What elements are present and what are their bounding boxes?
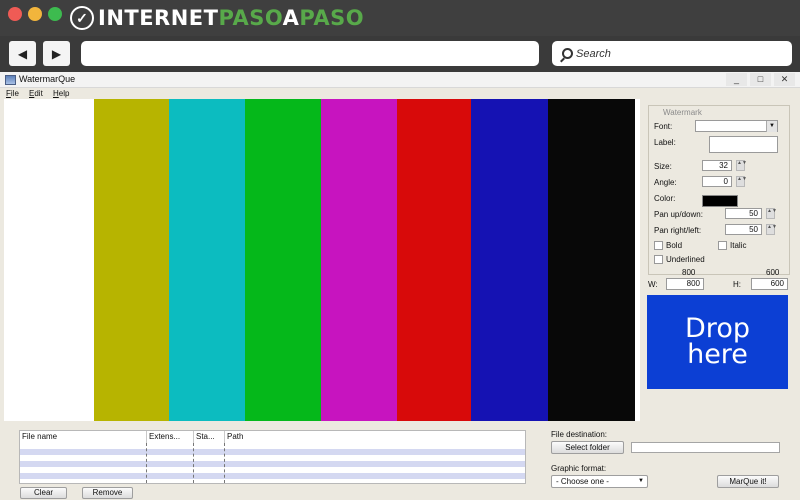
menu-edit[interactable]: Edit [29,89,43,98]
image-preview[interactable] [4,99,640,421]
brand-text-4: PASO [299,6,365,30]
select-folder-button[interactable]: Select folder [551,441,624,454]
size-input[interactable]: 32 [702,160,732,171]
pan-up-down-label: Pan up/down: [654,210,703,219]
angle-label: Angle: [654,178,677,187]
pan-right-left-label: Pan right/left: [654,226,702,235]
color-bar [4,99,94,421]
label-label: Label: [654,138,676,147]
brand-mark-icon: ✓ [70,6,94,30]
brand-text-2: PASO [218,6,283,30]
italic-label: Italic [730,241,747,250]
pan-up-down-spinner-icon[interactable]: ▲▼ [766,208,777,219]
site-logo: ✓ INTERNETPASOAPASO [70,4,364,32]
search-icon [562,48,573,59]
height-input[interactable]: 600 [751,278,788,290]
font-dropdown[interactable]: ▼ [695,120,778,132]
bold-label: Bold [666,241,683,250]
brand-text-1: INTERNET [98,6,219,30]
column-divider [193,443,194,483]
search-placeholder: Search [576,47,611,60]
color-bar [397,99,471,421]
address-bar[interactable] [81,41,539,66]
file-destination-label: File destination: [551,430,608,439]
close-button[interactable]: ✕ [774,73,795,86]
color-bar [321,99,397,421]
table-row [20,473,525,479]
left-arrow-icon: ◀ [17,46,28,61]
column-path[interactable]: Path [225,431,525,443]
italic-checkbox[interactable] [718,241,727,250]
pan-right-left-input[interactable]: 50 [725,224,762,235]
app-title: WatermarQue [19,74,76,84]
zoom-window-icon[interactable] [48,7,62,21]
app-icon [5,75,16,85]
marque-it-button[interactable]: MarQue it! [717,475,779,488]
height-label: H: [733,280,741,289]
color-picker[interactable] [702,195,738,207]
clear-button[interactable]: Clear [20,487,67,499]
color-bar [471,99,548,421]
watermark-legend: Watermark [661,108,704,117]
brand-wordmark: INTERNETPASOAPASO [98,6,364,30]
color-bar [245,99,321,421]
graphic-format-dropdown[interactable]: - Choose one - ▼ [551,475,648,488]
minimize-window-icon[interactable] [28,7,42,21]
close-window-icon[interactable] [8,7,22,21]
underlined-label: Underlined [666,255,705,264]
format-value: - Choose one - [556,477,609,486]
height-hint: 600 [766,268,780,277]
font-label: Font: [654,122,673,131]
right-arrow-icon: ▶ [51,46,62,61]
width-hint: 800 [682,268,696,277]
pan-right-left-spinner-icon[interactable]: ▲▼ [766,224,777,235]
width-label: W: [648,280,658,289]
color-bar [169,99,245,421]
size-label: Size: [654,162,672,171]
graphic-format-label: Graphic format: [551,464,607,473]
destination-field[interactable] [631,442,780,453]
pan-up-down-input[interactable]: 50 [725,208,762,219]
color-label: Color: [654,194,676,203]
watermark-panel: Watermark Font: ▼ Label: Size: 32 ▲▼ Ang… [641,99,800,421]
screen: ✓ INTERNETPASOAPASO ◀ ▶ Search WatermarQ… [0,0,800,500]
maximize-button[interactable]: □ [750,73,771,86]
forward-button[interactable]: ▶ [43,41,70,66]
watermark-group: Watermark Font: ▼ Label: Size: 32 ▲▼ Ang… [648,105,790,275]
app-title-bar: WatermarQue _ □ ✕ [0,72,800,88]
chevron-down-icon: ▼ [638,478,644,484]
menu-help[interactable]: Help [53,89,69,98]
search-field[interactable]: Search [552,41,792,66]
underlined-checkbox[interactable] [654,255,663,264]
browser-toolbar: ◀ ▶ Search [0,36,800,72]
label-input[interactable] [709,136,778,153]
column-divider [224,443,225,483]
color-bar [548,99,635,421]
drop-text-line2: here [687,339,748,370]
column-divider [146,443,147,483]
drop-zone[interactable]: Drop here [647,295,788,389]
menu-bar: File Edit Help [0,88,800,99]
minimize-button[interactable]: _ [726,73,747,86]
app-window: WatermarQue _ □ ✕ File Edit Help Waterma… [0,72,800,500]
column-extension[interactable]: Extens... [147,431,194,443]
color-bar [94,99,169,421]
back-button[interactable]: ◀ [9,41,36,66]
remove-button[interactable]: Remove [82,487,133,499]
brand-text-3: A [282,6,300,30]
file-table[interactable]: File name Extens... Sta... Path [19,430,526,484]
angle-spinner-icon[interactable]: ▲▼ [736,176,747,187]
angle-input[interactable]: 0 [702,176,732,187]
size-spinner-icon[interactable]: ▲▼ [736,160,747,171]
menu-file[interactable]: File [6,89,19,98]
chevron-down-icon: ▼ [766,121,777,132]
column-status[interactable]: Sta... [194,431,225,443]
bold-checkbox[interactable] [654,241,663,250]
width-input[interactable]: 800 [666,278,704,290]
bottom-panel: File name Extens... Sta... Path Clear Re… [0,421,800,500]
browser-title-bar: ✓ INTERNETPASOAPASO [0,0,800,36]
column-file-name[interactable]: File name [20,431,147,443]
